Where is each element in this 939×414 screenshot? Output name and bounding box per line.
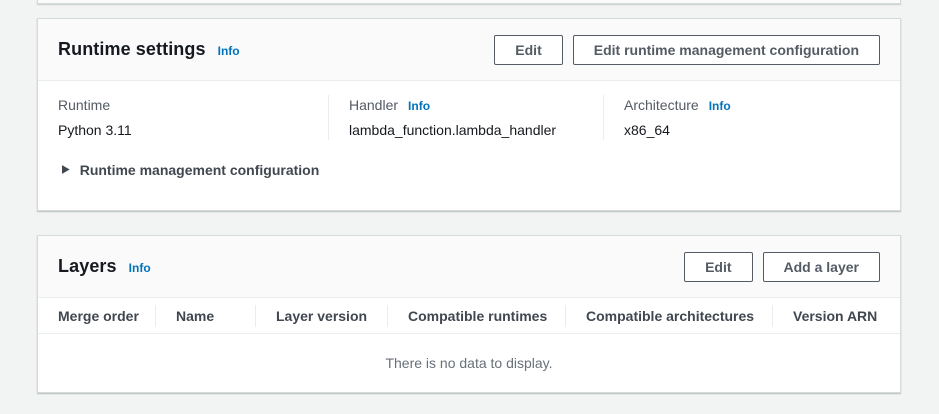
layers-title: Layers [58, 256, 117, 277]
runtime-settings-header: Runtime settings Info Edit Edit runtime … [38, 19, 900, 81]
runtime-label: Runtime [58, 95, 110, 115]
column-header-name: Name [156, 298, 256, 333]
column-header-layer-version: Layer version [256, 298, 388, 333]
runtime-settings-actions: Edit Edit runtime management configurati… [494, 35, 880, 65]
layers-card: Layers Info Edit Add a layer Merge order… [37, 235, 901, 393]
empty-state-message: There is no data to display. [385, 355, 552, 371]
runtime-settings-title-group: Runtime settings Info [58, 39, 240, 60]
runtime-management-expander-label: Runtime management configuration [80, 162, 320, 178]
architecture-field: Architecture Info x86_64 [603, 95, 880, 140]
add-a-layer-button[interactable]: Add a layer [763, 252, 880, 282]
runtime-field: Runtime Python 3.11 [58, 95, 328, 140]
column-header-compatible-architectures: Compatible architectures [566, 298, 773, 333]
handler-info-link[interactable]: Info [408, 99, 430, 113]
layers-table-empty-state: There is no data to display. [38, 334, 900, 392]
edit-runtime-settings-button[interactable]: Edit [494, 35, 562, 65]
handler-field: Handler Info lambda_function.lambda_hand… [328, 95, 603, 140]
handler-label: Handler [349, 95, 398, 115]
runtime-settings-info-link[interactable]: Info [218, 44, 240, 58]
column-header-merge-order: Merge order [58, 298, 156, 333]
previous-card-bottom-edge [37, 0, 901, 4]
architecture-value: x86_64 [624, 120, 860, 140]
runtime-management-expander[interactable]: ▶ Runtime management configuration [58, 162, 880, 178]
architecture-label: Architecture [624, 95, 699, 115]
runtime-value: Python 3.11 [58, 120, 308, 140]
column-header-version-arn: Version ARN [773, 298, 880, 333]
runtime-fields-row: Runtime Python 3.11 Handler Info lambda_… [58, 95, 880, 140]
handler-value: lambda_function.lambda_handler [349, 120, 583, 140]
column-header-compatible-runtimes: Compatible runtimes [388, 298, 566, 333]
layers-info-link[interactable]: Info [129, 261, 151, 275]
layers-header: Layers Info Edit Add a layer [38, 236, 900, 298]
runtime-settings-card: Runtime settings Info Edit Edit runtime … [37, 18, 901, 211]
layers-table-header-row: Merge order Name Layer version Compatibl… [38, 298, 900, 334]
layers-title-group: Layers Info [58, 256, 151, 277]
layers-actions: Edit Add a layer [684, 252, 880, 282]
edit-layers-button[interactable]: Edit [684, 252, 752, 282]
expand-caret-icon: ▶ [62, 164, 70, 176]
architecture-info-link[interactable]: Info [709, 99, 731, 113]
runtime-settings-body: Runtime Python 3.11 Handler Info lambda_… [38, 81, 900, 178]
edit-runtime-management-configuration-button[interactable]: Edit runtime management configuration [573, 35, 880, 65]
runtime-settings-title: Runtime settings [58, 39, 206, 60]
